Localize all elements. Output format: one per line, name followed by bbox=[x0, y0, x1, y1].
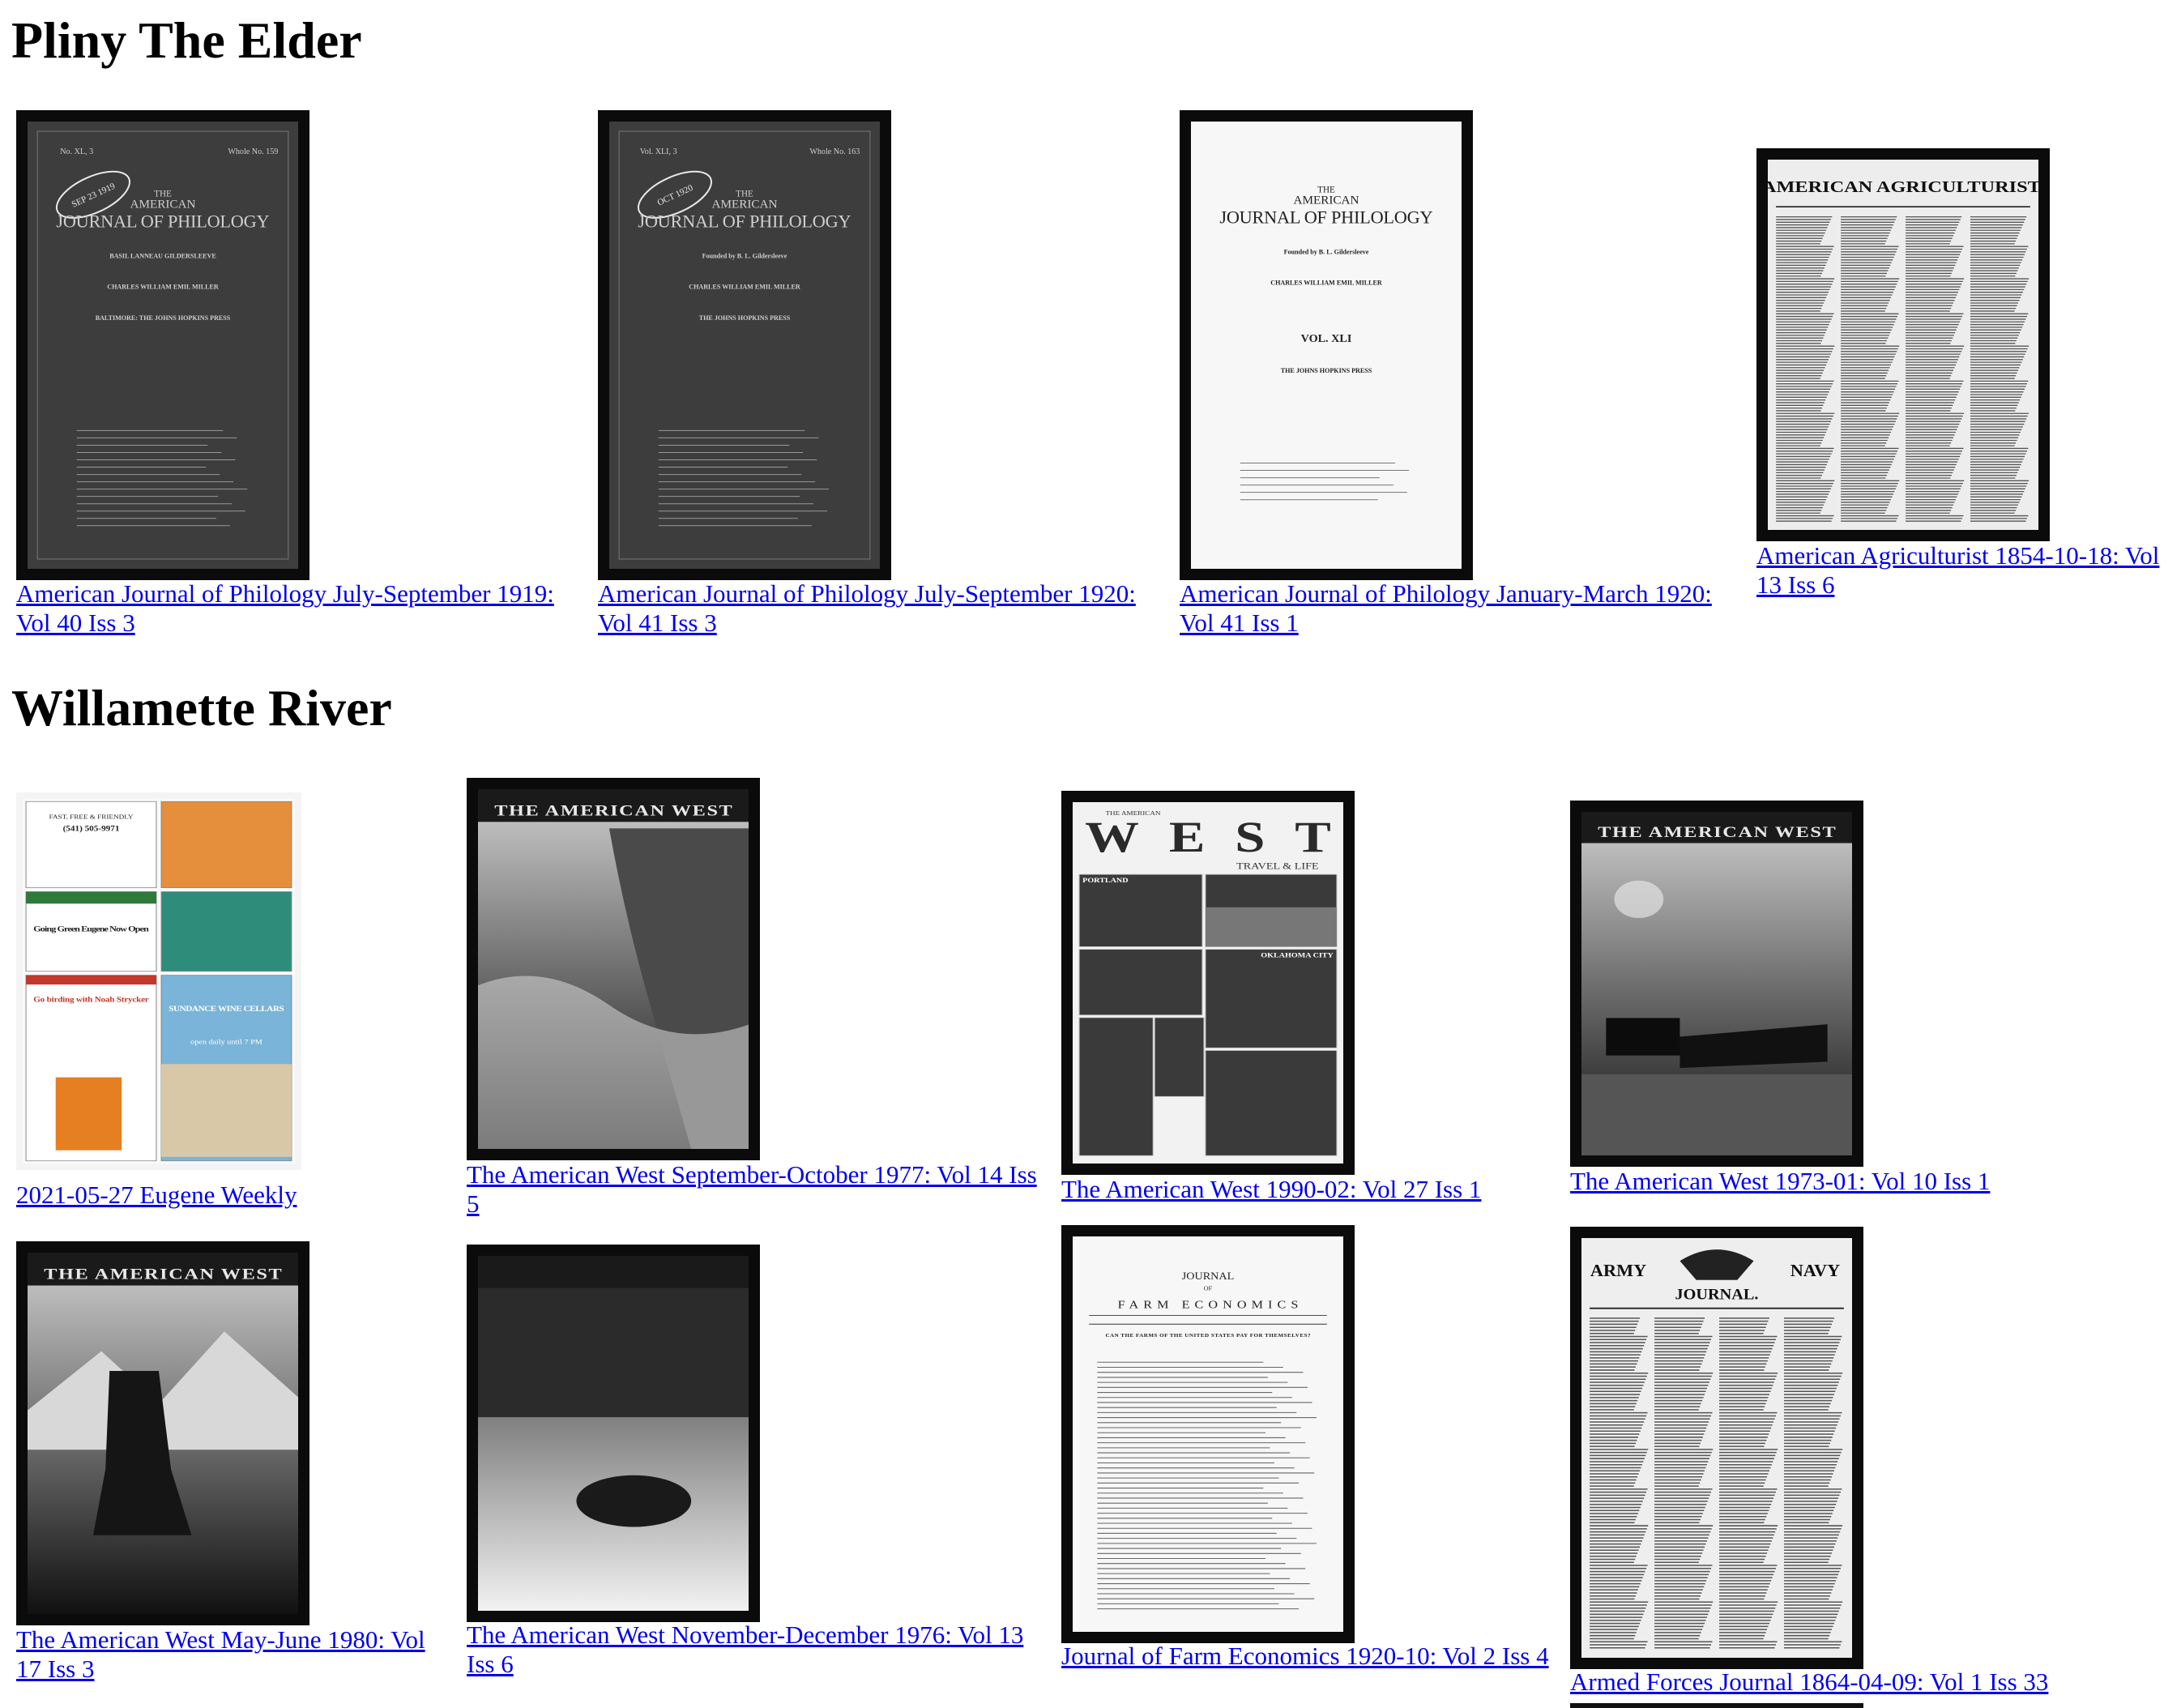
cover-text: CHARLES WILLIAM EMIL MILLER bbox=[107, 284, 219, 291]
cover-thumbnail[interactable]: THE AMERICAN WEST bbox=[467, 778, 760, 1160]
journal-title: FARM ECONOMICS bbox=[1118, 1299, 1299, 1312]
cover-thumbnail[interactable]: ARMY NAVY JOURNAL. bbox=[1570, 1227, 1863, 1669]
skyline-shape bbox=[1205, 907, 1337, 947]
photo-tile bbox=[1078, 873, 1203, 947]
masthead-text: ARMY bbox=[1590, 1262, 1647, 1280]
journal-title: JOURNAL bbox=[1182, 1270, 1235, 1282]
article-title: CAN THE FARMS OF THE UNITED STATES PAY F… bbox=[1105, 1334, 1310, 1339]
photo-tile bbox=[1205, 1050, 1338, 1156]
cover-text: BASIL LANNEAU GILDERSLEEVE bbox=[109, 253, 216, 260]
photo-tile bbox=[1078, 1017, 1154, 1156]
photo-tile bbox=[1205, 949, 1338, 1048]
coach-shape bbox=[1606, 1018, 1680, 1056]
masthead-text: THE AMERICAN WEST bbox=[494, 801, 732, 819]
masthead-text: NAVY bbox=[1790, 1262, 1841, 1280]
item-link[interactable]: American Journal of Philology January-Ma… bbox=[1180, 579, 1747, 638]
ad-text: (541) 505-9971 bbox=[63, 825, 120, 833]
ad-band bbox=[26, 975, 156, 985]
masthead-text: JOURNAL. bbox=[1675, 1287, 1759, 1303]
cover-thumbnail[interactable] bbox=[467, 1245, 760, 1622]
cover-thumbnail[interactable]: THE AMERICAN WEST bbox=[1570, 801, 1863, 1167]
cover-thumbnail[interactable]: JOURNAL OF FARM ECONOMICS CAN THE FARMS OF … bbox=[1061, 1225, 1355, 1643]
forest-shape bbox=[478, 1287, 749, 1418]
item-link[interactable]: The American West November-December 1976… bbox=[467, 1620, 1050, 1679]
journal-title: OF bbox=[1204, 1285, 1212, 1292]
cover-thumbnail[interactable]: No. XL, 3 Whole No. 159 SEP 23 1919 THE AMER… bbox=[16, 110, 309, 580]
photo-tile bbox=[1078, 949, 1203, 1016]
snow-ground bbox=[1581, 1074, 1852, 1155]
item-link[interactable]: American Agriculturist 1854-10-18: Vol 1… bbox=[1756, 541, 2178, 600]
section-title-pliny: Pliny The Elder bbox=[11, 11, 362, 69]
cover-thumbnail[interactable]: AMERICAN AGRICULTURIST. bbox=[1756, 148, 2050, 541]
cover-text: Founded by B. L. Gildersleeve bbox=[702, 253, 787, 260]
ad-text: FAST, FREE & FRIENDLY bbox=[49, 813, 134, 820]
item-link[interactable]: American Journal of Philology July-Septe… bbox=[598, 579, 1165, 638]
ad-panel bbox=[160, 801, 292, 889]
item-link[interactable]: American Journal of Philology July-Septe… bbox=[16, 579, 583, 638]
cover-text: VOL. XLI bbox=[1301, 332, 1352, 345]
cover-text: Vol. XLI, 3 bbox=[640, 147, 677, 156]
photo-tile bbox=[1154, 1017, 1205, 1097]
cover-text: AMERICAN bbox=[712, 198, 778, 211]
section-title-willamette: Willamette River bbox=[11, 679, 392, 737]
item-link[interactable]: 2021-05-27 Eugene Weekly bbox=[16, 1181, 437, 1210]
item-link[interactable]: The American West May-June 1980: Vol 17 … bbox=[16, 1625, 454, 1684]
tile-label: PORTLAND bbox=[1082, 877, 1129, 884]
cover-thumbnail[interactable]: THE AMERICAN WEST TRAVEL & LIFE PORTLAND OKL… bbox=[1061, 791, 1355, 1175]
ad-panel bbox=[160, 891, 292, 972]
masthead-text: AMERICAN AGRICULTURIST. bbox=[1768, 177, 2038, 195]
cover-text: Founded by B. L. Gildersleeve bbox=[1284, 249, 1369, 256]
cover-text: THE JOHNS HOPKINS PRESS bbox=[699, 314, 791, 322]
ad-photo bbox=[55, 1077, 122, 1151]
cover-thumbnail[interactable]: THE AMERICAN JOURNAL OF PHILOLOGY Founded b… bbox=[1180, 110, 1473, 580]
masthead-sub: TRAVEL & LIFE bbox=[1236, 861, 1319, 871]
moon-shape bbox=[1614, 880, 1664, 919]
cover-text: BALTIMORE: THE JOHNS HOPKINS PRESS bbox=[96, 314, 231, 322]
cover-text: JOURNAL OF PHILOLOGY bbox=[638, 211, 851, 232]
cover-page bbox=[1073, 1236, 1343, 1632]
ad-text: Going Green Eugene Now Open bbox=[33, 925, 149, 934]
ad-text: SUNDANCE WINE CELLARS bbox=[169, 1006, 284, 1014]
masthead-text: THE AMERICAN WEST bbox=[1598, 824, 1836, 841]
item-link[interactable]: Journal of Farm Economics 1920-10: Vol 2… bbox=[1061, 1642, 1564, 1671]
cover-thumbnail[interactable]: THE AMERICAN WEST bbox=[16, 1241, 309, 1625]
cover-text: CHARLES WILLIAM EMIL MILLER bbox=[1270, 280, 1382, 287]
ad-text: open daily until 7 PM bbox=[190, 1039, 262, 1046]
cover-text: JOURNAL OF PHILOLOGY bbox=[56, 211, 269, 232]
cover-text: JOURNAL OF PHILOLOGY bbox=[1219, 207, 1432, 228]
next-cover-edge bbox=[1570, 1703, 1863, 1708]
bison-shape bbox=[576, 1475, 692, 1527]
ad-photo bbox=[161, 1064, 292, 1157]
item-link[interactable]: The American West 1990-02: Vol 27 Iss 1 bbox=[1061, 1175, 1628, 1204]
cover-text: Whole No. 163 bbox=[809, 147, 860, 156]
item-link[interactable]: Armed Forces Journal 1864-04-09: Vol 1 I… bbox=[1570, 1667, 2137, 1697]
cover-text: Whole No. 159 bbox=[228, 147, 278, 156]
ad-band bbox=[26, 891, 156, 904]
cover-thumbnail[interactable]: Vol. XLI, 3 Whole No. 163 OCT 1920 THE AMERI… bbox=[598, 110, 891, 580]
cover-text: No. XL, 3 bbox=[60, 147, 93, 156]
cover-page bbox=[1768, 160, 2038, 530]
cover-thumbnail[interactable]: FAST, FREE & FRIENDLY (541) 505-9971 Going… bbox=[16, 792, 301, 1170]
cover-text: AMERICAN bbox=[1294, 194, 1359, 207]
ad-text: Go birding with Noah Strycker bbox=[33, 996, 149, 1004]
tile-label: OKLAHOMA CITY bbox=[1261, 951, 1334, 959]
cover-text: AMERICAN bbox=[130, 198, 196, 211]
item-link[interactable]: The American West September-October 1977… bbox=[467, 1160, 1050, 1219]
masthead-text: THE AMERICAN WEST bbox=[44, 1265, 282, 1283]
item-link[interactable]: The American West 1973-01: Vol 10 Iss 1 bbox=[1570, 1167, 2137, 1196]
cover-text: CHARLES WILLIAM EMIL MILLER bbox=[689, 284, 800, 291]
cover-text: THE JOHNS HOPKINS PRESS bbox=[1281, 367, 1372, 374]
